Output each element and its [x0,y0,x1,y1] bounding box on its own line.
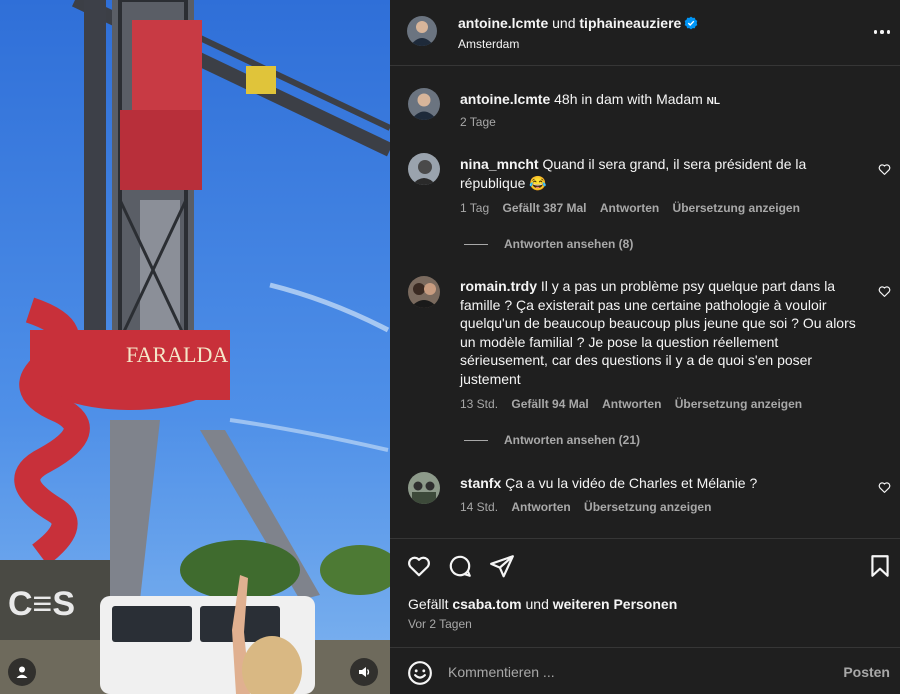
post-actions [390,538,900,590]
mute-button[interactable] [350,658,378,686]
tagged-users-button[interactable] [8,658,36,686]
liker-username[interactable]: csaba.tom [452,596,521,612]
share-icon[interactable] [489,553,515,579]
comment-meta: 14 Std. Antworten Übersetzung anzeigen [460,500,721,514]
comment-time[interactable]: 14 Std. [460,500,498,514]
sound-icon [359,667,370,677]
comment-text: stanfx Ça a vu la vidéo de Charles et Mé… [460,475,758,491]
author-username[interactable]: antoine.lcmte [458,15,548,31]
view-replies-button[interactable]: Antworten ansehen (8) [464,237,633,251]
user-tag-icon [16,666,28,678]
more-options-button[interactable] [872,22,892,42]
reply-button[interactable]: Antworten [602,397,661,411]
caption-time[interactable]: 2 Tage [460,115,496,129]
translate-button[interactable]: Übersetzung anzeigen [673,201,800,215]
comment-username[interactable]: stanfx [460,475,501,491]
heart-icon[interactable] [878,285,891,298]
translate-button[interactable]: Übersetzung anzeigen [675,397,802,411]
caption-text: antoine.lcmte 48h in dam with Madam NL [460,91,721,107]
flag-emoji: NL [706,96,721,107]
comment-composer: Posten [390,647,900,694]
comment-likes[interactable]: Gefällt 387 Mal [502,201,586,215]
comment-icon[interactable] [447,553,473,579]
comment-avatar[interactable] [408,276,440,308]
view-replies-button[interactable]: Antworten ansehen (21) [464,433,640,447]
authors-connector: und [552,15,576,31]
likes-summary[interactable]: Gefällt csaba.tom und weiteren Personen [408,596,677,612]
comment-likes[interactable]: Gefällt 94 Mal [511,397,588,411]
post-date: Vor 2 Tagen [408,617,472,631]
comment-text: romain.trdy Il y a pas un problème psy q… [460,278,856,387]
comment-time[interactable]: 13 Std. [460,397,498,411]
post-photo[interactable]: FARALDA C≡S [0,0,390,694]
heart-icon[interactable] [878,481,891,494]
comment-meta: 1 Tag Gefällt 387 Mal Antworten Übersetz… [460,201,810,215]
post-comment-button[interactable]: Posten [843,664,890,680]
crane-photo: FARALDA C≡S [0,0,390,694]
other-likers[interactable]: weiteren Personen [553,596,678,612]
caption-avatar[interactable] [408,88,440,120]
caption-meta: 2 Tage [460,115,506,129]
reply-button[interactable]: Antworten [600,201,659,215]
comment-time[interactable]: 1 Tag [460,201,489,215]
post-detail-panel: antoine.lcmte und tiphaineauziere Amster… [390,0,900,694]
comment-username[interactable]: romain.trdy [460,278,537,294]
post-header: antoine.lcmte und tiphaineauziere Amster… [390,0,900,66]
heart-icon[interactable] [406,553,432,579]
heart-icon[interactable] [878,163,891,176]
comment-username[interactable]: nina_mncht [460,156,539,172]
more-icon [873,30,891,34]
comment-text: nina_mncht Quand il sera grand, il sera … [460,156,807,191]
bookmark-icon[interactable] [867,553,893,579]
emoji-icon[interactable] [407,660,433,686]
svg-text:C≡S: C≡S [8,585,75,623]
translate-button[interactable]: Übersetzung anzeigen [584,500,711,514]
comment-avatar[interactable] [408,153,440,185]
post-location[interactable]: Amsterdam [458,37,519,51]
comment-input[interactable] [448,658,828,686]
reply-button[interactable]: Antworten [511,500,570,514]
collaborator-username[interactable]: tiphaineauziere [579,15,681,31]
caption-username[interactable]: antoine.lcmte [460,91,550,107]
verified-icon [685,16,698,30]
comment-avatar[interactable] [408,472,440,504]
comment-meta: 13 Std. Gefällt 94 Mal Antworten Überset… [460,397,812,411]
faralda-sign: FARALDA [126,342,228,367]
author-avatar[interactable] [407,16,437,46]
post-authors: antoine.lcmte und tiphaineauziere [458,15,698,31]
